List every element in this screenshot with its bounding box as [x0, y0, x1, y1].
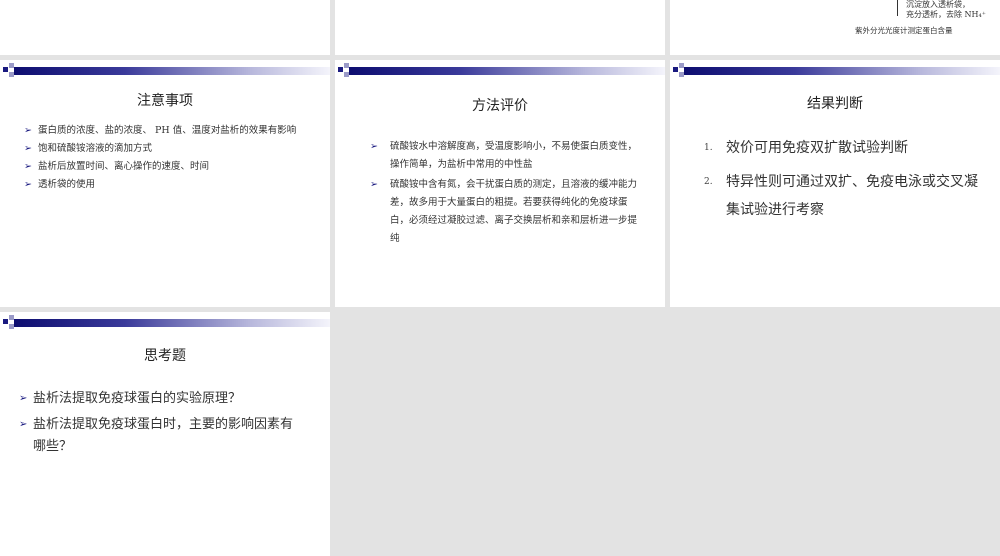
title-bar-decoration [335, 63, 665, 77]
slide-title: 方法评价 [472, 98, 528, 114]
slide-thumbnail-1[interactable] [0, 0, 330, 55]
numbered-list: 1. 效价可用免疫双扩散试验判断 2. 特异性则可通过双扩、免疫电泳或交叉凝集试验进… [704, 134, 981, 224]
flow-arrow [897, 0, 898, 16]
title-bar-decoration [0, 315, 330, 329]
slide-thumbnail-4[interactable]: 注意事项 ➢ 蛋白质的浓度、盐的浓度、 PH 值、温度对盐析的效果有影响 ➢ 饱和硫… [0, 60, 330, 307]
item-number: 2. [704, 177, 713, 187]
slide-title: 思考题 [144, 348, 186, 364]
title-bar-decoration [0, 63, 330, 77]
item-number: 1. [704, 143, 713, 153]
bullet-arrow-icon: ➢ [24, 143, 32, 154]
title-bar-decoration [670, 63, 1000, 77]
bullet-arrow-icon: ➢ [19, 419, 28, 430]
bullet-item: ➢ 饱和硫酸铵溶液的滴加方式 [24, 141, 308, 157]
bullet-item: ➢ 透析袋的使用 [24, 177, 308, 193]
slide-thumbnail-3[interactable]: 沉淀放入透析袋， 充分透析，去除 NH₄⁺ 紫外分光光度计测定蛋白含量 [670, 0, 1000, 55]
bullet-list: ➢ 蛋白质的浓度、盐的浓度、 PH 值、温度对盐析的效果有影响 ➢ 饱和硫酸铵溶液的… [24, 123, 308, 195]
slide-thumbnail-6[interactable]: 结果判断 1. 效价可用免疫双扩散试验判断 2. 特异性则可通过双扩、免疫电泳或交叉… [670, 60, 1000, 307]
slide-title: 结果判断 [807, 96, 863, 112]
bullet-list: ➢ 硫酸铵水中溶解度高，受温度影响小，不易使蛋白质变性，操作简单，为盐析中常用的中… [370, 138, 645, 250]
bullet-arrow-icon: ➢ [24, 125, 32, 136]
bullet-item: ➢ 硫酸铵中含有氮，会干扰蛋白质的测定，且溶液的缓冲能力差，故多用于大量蛋白的粗提… [370, 176, 645, 248]
bullet-list: ➢ 盐析法提取免疫球蛋白的实验原理？ ➢ 盐析法提取免疫球蛋白时，主要的影响因素有哪… [19, 388, 303, 458]
flow-line: 沉淀放入透析袋， [906, 0, 970, 9]
bullet-item: ➢ 硫酸铵水中溶解度高，受温度影响小，不易使蛋白质变性，操作简单，为盐析中常用的中… [370, 138, 645, 174]
bullet-arrow-icon: ➢ [370, 141, 378, 152]
flow-line: 充分透析，去除 NH₄⁺ [906, 10, 986, 19]
bullet-arrow-icon: ➢ [24, 161, 32, 172]
numbered-item: 1. 效价可用免疫双扩散试验判断 [704, 134, 981, 162]
bullet-arrow-icon: ➢ [370, 179, 378, 190]
bullet-item: ➢ 盐析法提取免疫球蛋白的实验原理？ [19, 388, 303, 410]
bullet-item: ➢ 盐析法提取免疫球蛋白时，主要的影响因素有哪些？ [19, 414, 303, 458]
flow-step-text: 沉淀放入透析袋， 充分透析，去除 NH₄⁺ [906, 0, 986, 20]
slide-title: 注意事项 [137, 93, 193, 109]
slide-thumbnail-7[interactable]: 思考题 ➢ 盐析法提取免疫球蛋白的实验原理？ ➢ 盐析法提取免疫球蛋白时，主要的影响… [0, 312, 330, 556]
slide-thumbnail-5[interactable]: 方法评价 ➢ 硫酸铵水中溶解度高，受温度影响小，不易使蛋白质变性，操作简单，为盐析… [335, 60, 665, 307]
slide-thumbnail-2[interactable] [335, 0, 665, 55]
bullet-item: ➢ 盐析后放置时间、离心操作的速度、时间 [24, 159, 308, 175]
bullet-arrow-icon: ➢ [19, 393, 28, 404]
flow-caption: 紫外分光光度计测定蛋白含量 [855, 26, 953, 35]
bullet-item: ➢ 蛋白质的浓度、盐的浓度、 PH 值、温度对盐析的效果有影响 [24, 123, 308, 139]
numbered-item: 2. 特异性则可通过双扩、免疫电泳或交叉凝集试验进行考察 [704, 168, 981, 224]
bullet-arrow-icon: ➢ [24, 179, 32, 190]
